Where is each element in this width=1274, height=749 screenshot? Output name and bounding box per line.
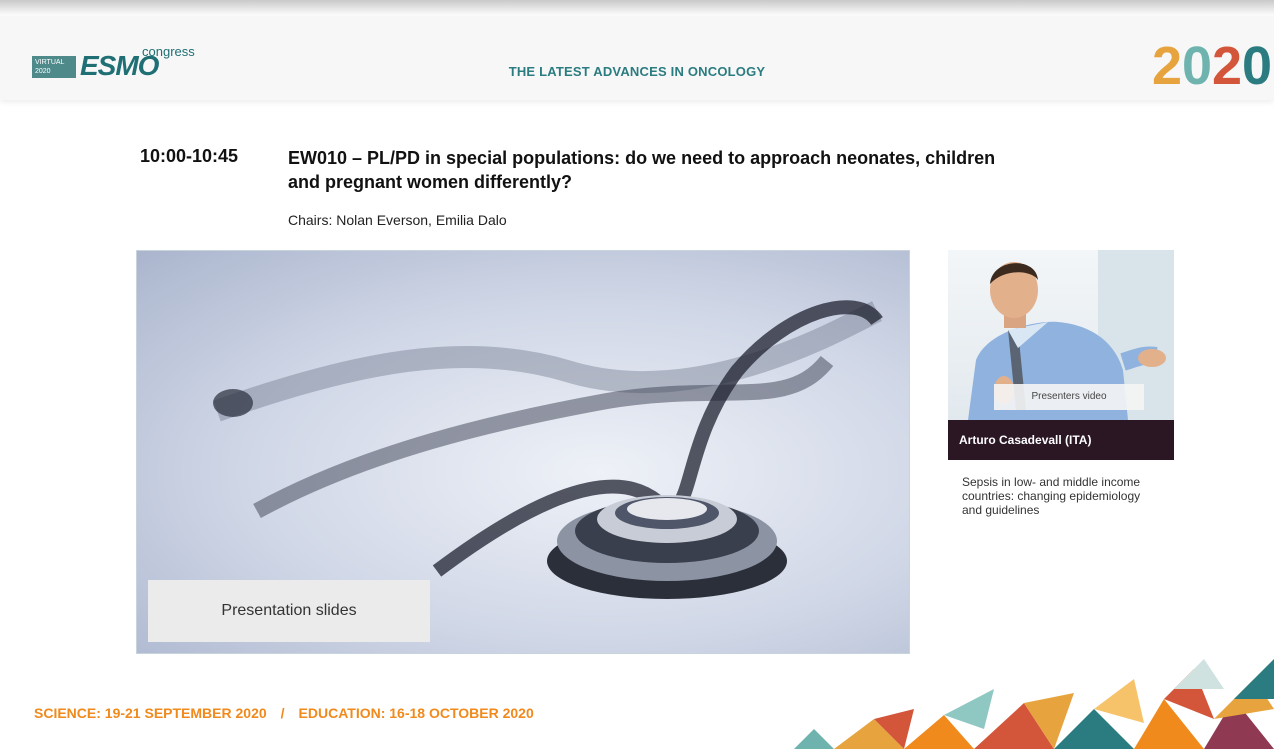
session-time: 10:00-10:45 <box>140 146 239 166</box>
presentation-slides-label: Presentation slides <box>148 580 430 642</box>
year-digit: 0 <box>1242 36 1273 96</box>
education-dates: EDUCATION: 16-18 OCTOBER 2020 <box>298 705 534 721</box>
session-title: EW010 – PL/PD in special populations: do… <box>288 148 996 192</box>
presenters-video-label: Presenters video <box>994 384 1144 410</box>
footer-dates: SCIENCE: 19-21 SEPTEMBER 2020 / EDUCATION:… <box>34 705 534 721</box>
year-digit: 2 <box>1212 36 1243 96</box>
session-chairs: Chairs: Nolan Everson, Emilia Dalo <box>288 212 507 228</box>
presenter-name: Arturo Casadevall (ITA) <box>948 420 1174 460</box>
talk-title: Sepsis in low- and middle income countri… <box>962 475 1141 517</box>
year-digit: 2 <box>1152 36 1183 96</box>
footer-separator: / <box>280 705 285 721</box>
decorative-triangle-mosaic <box>794 659 1274 749</box>
year-digit: 0 <box>1182 36 1213 96</box>
science-dates: SCIENCE: 19-21 SEPTEMBER 2020 <box>34 705 267 721</box>
logo-congress-text: congress <box>142 44 195 59</box>
year-logo: 2 0 2 0 <box>1150 34 1274 98</box>
top-shadow-bar <box>0 0 1274 16</box>
header-tagline: THE LATEST ADVANCES IN ONCOLOGY <box>508 64 766 79</box>
